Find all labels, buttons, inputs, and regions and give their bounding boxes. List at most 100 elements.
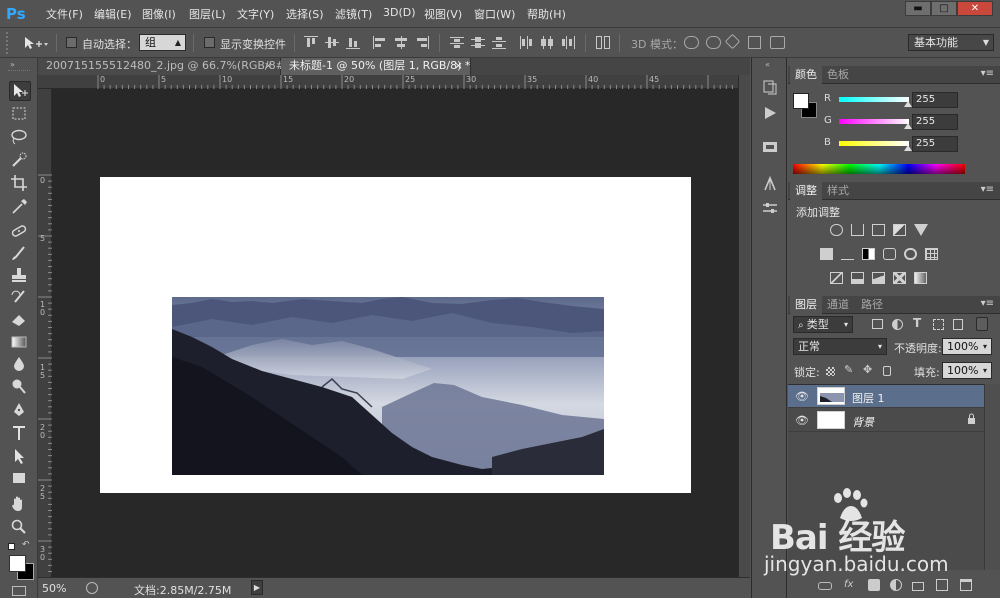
auto-align-icon[interactable] [596, 36, 610, 49]
red-thumb[interactable] [904, 101, 912, 107]
tab-styles[interactable]: 样式 [822, 182, 854, 200]
align-top-icon[interactable] [304, 36, 318, 49]
zoom-level[interactable]: 50% [42, 582, 66, 595]
pen-tool[interactable] [9, 401, 31, 421]
rotate-3d-icon[interactable] [684, 36, 699, 49]
swap-colors-icon[interactable]: ↶ [22, 540, 30, 550]
distribute-hcenter-icon[interactable] [540, 36, 554, 49]
menu-help[interactable]: 帮助(H) [527, 6, 566, 22]
panel-menu-icon[interactable]: ▾≡ [981, 68, 994, 79]
hue-saturation-icon[interactable] [820, 248, 833, 260]
brush-presets-icon[interactable] [761, 174, 779, 192]
blue-thumb[interactable] [904, 145, 912, 151]
crop-tool[interactable] [9, 174, 31, 194]
tab-adjustments[interactable]: 调整 [790, 182, 822, 200]
tab-layers[interactable]: 图层 [790, 296, 822, 314]
actions-play-icon[interactable] [761, 104, 779, 122]
menu-select[interactable]: 选择(S) [286, 6, 324, 22]
lasso-tool[interactable] [9, 128, 31, 148]
eye-icon[interactable]: 👁 [795, 414, 809, 427]
tab-swatches[interactable]: 色板 [822, 66, 854, 84]
red-track[interactable] [839, 97, 909, 102]
distribute-bottom-icon[interactable] [492, 36, 506, 49]
layers-scrollbar[interactable] [984, 384, 1000, 570]
eraser-tool[interactable] [9, 310, 31, 330]
dodge-tool[interactable] [9, 377, 31, 397]
menu-layer[interactable]: 图层(L) [189, 6, 226, 22]
workspace-dropdown[interactable]: 基本功能 ▼ [908, 34, 994, 51]
default-colors-icon[interactable] [8, 543, 15, 550]
menu-3d[interactable]: 3D(D) [383, 6, 416, 22]
align-left-icon[interactable] [373, 36, 387, 49]
lock-pixels-icon[interactable]: ✎ [844, 363, 853, 376]
tab-channels[interactable]: 通道 [822, 296, 854, 314]
opacity-field[interactable]: 100% ▾ [942, 338, 992, 355]
channel-mixer-icon[interactable] [904, 248, 917, 260]
color-spectrum[interactable] [793, 164, 965, 174]
maximize-button[interactable]: □ [931, 1, 957, 16]
blur-tool[interactable] [9, 355, 31, 375]
distribute-top-icon[interactable] [450, 36, 464, 49]
tab-document-1[interactable]: 200715155512480_2.jpg @ 66.7%(RGB/8#) * … [38, 58, 298, 75]
blue-track[interactable] [839, 141, 909, 146]
lock-transparent-icon[interactable] [826, 367, 835, 376]
panel-menu-icon[interactable]: ▾≡ [981, 184, 994, 195]
filter-smart-object-icon[interactable] [953, 319, 963, 330]
distribute-left-icon[interactable] [519, 36, 533, 49]
move-tool[interactable] [9, 81, 31, 101]
move-tool-icon[interactable] [22, 35, 48, 51]
quick-mask-icon[interactable] [12, 586, 26, 596]
collapse-panels-icon[interactable]: « [765, 60, 770, 69]
green-value[interactable]: 255 [912, 114, 958, 130]
collapse-toolbar-icon[interactable]: » [10, 60, 15, 69]
blend-mode-dropdown[interactable]: 正常 ▾ [793, 338, 887, 355]
menu-view[interactable]: 视图(V) [424, 6, 462, 22]
minimize-button[interactable]: ▬ [905, 1, 931, 16]
menu-type[interactable]: 文字(Y) [237, 6, 274, 22]
threshold-icon[interactable] [872, 272, 885, 284]
menu-file[interactable]: 文件(F) [46, 6, 83, 22]
eye-icon[interactable]: 👁 [795, 390, 809, 403]
marquee-tool[interactable] [9, 105, 31, 125]
photo-filter-icon[interactable] [883, 248, 896, 260]
slide-3d-icon[interactable] [748, 36, 761, 49]
auto-select-dropdown[interactable]: 组 ▲ [139, 34, 186, 51]
lock-all-icon[interactable] [883, 366, 891, 376]
rectangle-tool[interactable] [9, 469, 31, 489]
blue-value[interactable]: 255 [912, 136, 958, 152]
panel-menu-icon[interactable]: ▾≡ [981, 298, 994, 309]
green-track[interactable] [839, 119, 909, 124]
scale-3d-icon[interactable] [770, 36, 785, 49]
hand-tool[interactable] [9, 495, 31, 515]
align-right-icon[interactable] [415, 36, 429, 49]
foreground-swatch[interactable] [793, 93, 809, 109]
3d-icon[interactable] [761, 138, 779, 156]
green-thumb[interactable] [904, 123, 912, 129]
gradient-map-icon[interactable] [914, 272, 927, 284]
distribute-right-icon[interactable] [561, 36, 575, 49]
pan-3d-icon[interactable] [724, 33, 741, 50]
filter-adjustment-icon[interactable] [892, 319, 903, 330]
path-selection-tool[interactable] [9, 447, 31, 467]
show-transform-checkbox[interactable] [204, 37, 215, 48]
type-tool[interactable] [9, 424, 31, 444]
layer-row-layer1[interactable]: 👁 图层 1 [788, 385, 984, 408]
layer-filter-dropdown[interactable]: ⌕ 类型 ▾ [793, 316, 853, 333]
vibrance-icon[interactable] [914, 224, 928, 236]
clone-stamp-tool[interactable] [9, 266, 31, 286]
filter-shape-icon[interactable] [933, 319, 944, 330]
black-white-icon[interactable] [862, 248, 875, 260]
red-value[interactable]: 255 [912, 92, 958, 108]
curves-icon[interactable] [872, 224, 885, 236]
menu-edit[interactable]: 编辑(E) [94, 6, 132, 22]
filter-toggle-icon[interactable] [976, 317, 988, 331]
menu-filter[interactable]: 滤镜(T) [335, 6, 372, 22]
align-hcenter-icon[interactable] [394, 36, 408, 49]
close-icon[interactable]: × [264, 58, 273, 74]
canvas-area[interactable] [52, 89, 738, 577]
color-lookup-icon[interactable] [925, 248, 938, 260]
auto-select-checkbox[interactable] [66, 37, 77, 48]
gradient-tool[interactable] [9, 333, 31, 353]
document-canvas[interactable] [100, 177, 691, 493]
selective-color-icon[interactable] [893, 272, 906, 284]
